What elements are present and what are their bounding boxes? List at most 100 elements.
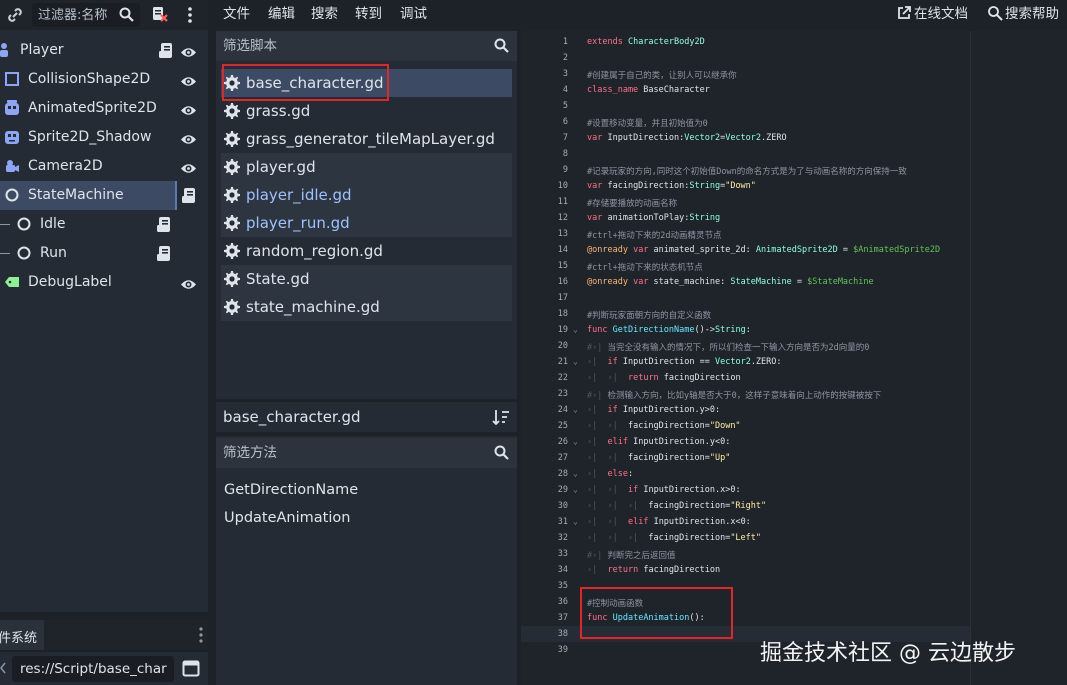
code-line[interactable]: 7 var InputDirection:Vector2=Vector2.ZERO	[521, 130, 971, 146]
method-item[interactable]: UpdateAnimation	[224, 510, 350, 526]
code-line[interactable]: 28 ⌄ ›| else:	[521, 466, 971, 482]
link-icon[interactable]	[6, 6, 24, 24]
search-icon[interactable]	[494, 38, 509, 53]
search-help-button[interactable]: 搜索帮助	[987, 2, 1059, 22]
online-docs-button[interactable]: 在线文档	[896, 2, 968, 22]
code-line[interactable]: 22 ›| ›| return facingDirection	[521, 370, 971, 386]
script-icon[interactable]	[181, 187, 197, 204]
scene-node-row[interactable]: Camera2D	[0, 152, 208, 181]
fold-arrow-icon[interactable]: ⌄	[573, 325, 578, 334]
sort-icon[interactable]	[492, 409, 510, 425]
code-line[interactable]: 3 #创建属于自己的类，让别人可以继承你	[521, 66, 971, 82]
code-line[interactable]: 11 #存储要播放的动画名称	[521, 194, 971, 210]
code-line[interactable]: 18 #判断玩家面朝方向的自定义函数	[521, 306, 971, 322]
method-filter-input[interactable]	[223, 441, 473, 465]
code-line[interactable]: 8	[521, 146, 971, 162]
fold-arrow-icon[interactable]: ⌄	[573, 405, 578, 414]
more-options-icon[interactable]	[197, 626, 205, 644]
scene-node-row[interactable]: Idle	[0, 210, 208, 239]
scene-node-row[interactable]: AnimatedSprite2D	[0, 94, 208, 123]
tab-filesystem[interactable]: 件系统	[0, 620, 44, 650]
filesystem-path-field[interactable]: res://Script/base_char	[12, 656, 174, 682]
script-list-item[interactable]: base_character.gd	[221, 69, 512, 97]
fold-arrow-icon[interactable]: ⌄	[573, 437, 578, 446]
script-list-item[interactable]: random_region.gd	[221, 237, 512, 265]
visibility-eye-icon[interactable]	[180, 131, 197, 144]
menu-goto[interactable]: 转到	[355, 2, 382, 22]
method-item[interactable]: GetDirectionName	[224, 482, 358, 498]
code-line[interactable]: 31 ⌄ ›| ›| elif InputDirection.x<0:	[521, 514, 971, 530]
code-text: #创建属于自己的类，让别人可以继承你	[587, 71, 737, 81]
search-icon[interactable]	[494, 445, 509, 460]
more-options-icon[interactable]	[186, 6, 194, 24]
scene-node-row[interactable]: DebugLabel	[0, 268, 208, 297]
fold-arrow-icon[interactable]: ⌄	[573, 357, 578, 366]
fold-arrow-icon[interactable]: ⌄	[573, 485, 578, 494]
code-line[interactable]: 24 ⌄ ›| if InputDirection.y>0:	[521, 402, 971, 418]
script-list-item[interactable]: player_run.gd	[221, 209, 512, 237]
script-list-item[interactable]: grass.gd	[221, 97, 512, 125]
code-line[interactable]: 9 #记录玩家的方向,同时这个初始值Down的命名方式是为了与动画名称的方向保持一…	[521, 162, 971, 178]
visibility-eye-icon[interactable]	[180, 276, 197, 289]
script-icon[interactable]	[158, 42, 174, 59]
menu-edit[interactable]: 编辑	[268, 2, 295, 22]
menu-search[interactable]: 搜索	[311, 2, 338, 22]
scene-node-row[interactable]: Player	[0, 36, 208, 65]
script-icon[interactable]	[156, 216, 172, 233]
code-text: var facingDirection:String="Down"	[587, 181, 756, 191]
visibility-eye-icon[interactable]	[180, 73, 197, 86]
scene-node-row[interactable]: StateMachine	[0, 181, 195, 210]
script-list-item[interactable]: player_idle.gd	[221, 181, 512, 209]
script-list-item[interactable]: player.gd	[221, 153, 512, 181]
visibility-eye-icon[interactable]	[180, 102, 197, 115]
code-line[interactable]: 21 ⌄ ›| if InputDirection == Vector2.ZERO:	[521, 354, 971, 370]
menu-debug[interactable]: 调试	[400, 2, 427, 22]
split-view-icon[interactable]	[182, 660, 200, 677]
code-line[interactable]: 32 ›| ›| ›| facingDirection="Left"	[521, 530, 971, 546]
scene-filter-input[interactable]	[38, 4, 120, 26]
code-line[interactable]: 37 func UpdateAnimation():	[521, 610, 971, 626]
code-line[interactable]: 29 ⌄ ›| ›| if InputDirection.x>0:	[521, 482, 971, 498]
code-line[interactable]: 17	[521, 290, 971, 306]
script-list-item[interactable]: state_machine.gd	[221, 293, 512, 321]
code-line[interactable]: 14 @onready var animated_sprite_2d: Anima…	[521, 242, 971, 258]
scene-node-row[interactable]: CollisionShape2D	[0, 65, 208, 94]
code-line[interactable]: 36 #控制动画函数	[521, 594, 971, 610]
code-line[interactable]: 2	[521, 50, 971, 66]
script-name: base_character.gd	[246, 74, 384, 92]
chevron-left-icon[interactable]	[0, 662, 6, 674]
script-icon[interactable]	[156, 245, 172, 262]
script-list-item[interactable]: State.gd	[221, 265, 512, 293]
code-line[interactable]: 4 class_name BaseCharacter	[521, 82, 971, 98]
code-line[interactable]: 19 ⌄ func GetDirectionName()->String:	[521, 322, 971, 338]
code-editor[interactable]: 1 extends CharacterBody2D 2 3 #创建属于自己的类，让别人可…	[521, 31, 1067, 685]
code-line[interactable]: 27 ›| ›| facingDirection="Up"	[521, 450, 971, 466]
code-line[interactable]: 6 #设置移动变量，并且初始值为0	[521, 114, 971, 130]
fold-arrow-icon[interactable]: ⌄	[573, 469, 578, 478]
scene-node-row[interactable]: Sprite2D_Shadow	[0, 123, 208, 152]
scene-node-row[interactable]: Run	[0, 239, 208, 268]
code-line[interactable]: 23 #›| 检测输入方向，比如y轴是否大于0，这样子意味着向上动作的按键被按下	[521, 386, 971, 402]
code-line[interactable]: 34 ›| return facingDirection	[521, 562, 971, 578]
code-line[interactable]: 10 var facingDirection:String="Down"	[521, 178, 971, 194]
fold-arrow-icon[interactable]: ⌄	[573, 517, 578, 526]
visibility-eye-icon[interactable]	[180, 44, 197, 57]
code-line[interactable]: 1 extends CharacterBody2D	[521, 34, 971, 50]
code-line[interactable]: 15 #ctrl+拖动下来的状态机节点	[521, 258, 971, 274]
code-line[interactable]: 25 ›| ›| facingDirection="Down"	[521, 418, 971, 434]
code-line[interactable]: 5	[521, 98, 971, 114]
code-line[interactable]: 26 ⌄ ›| elif InputDirection.y<0:	[521, 434, 971, 450]
code-line[interactable]: 35	[521, 578, 971, 594]
script-filter-input[interactable]	[223, 34, 473, 58]
code-line[interactable]: 13 #ctrl+拖动下来的2d动画精灵节点	[521, 226, 971, 242]
code-line[interactable]: 20 #›| 当完全没有输入的情况下，所以们检查一下输入方向是否为2d向量的0	[521, 338, 971, 354]
visibility-eye-icon[interactable]	[180, 160, 197, 173]
code-line[interactable]: 16 @onready var state_machine: StateMachi…	[521, 274, 971, 290]
attach-script-icon[interactable]	[150, 5, 168, 23]
code-line[interactable]: 33 #›| 判断完之后返回值	[521, 546, 971, 562]
script-list-item[interactable]: grass_generator_tileMapLayer.gd	[221, 125, 512, 153]
code-line[interactable]: 12 var animationToPlay:String	[521, 210, 971, 226]
menu-file[interactable]: 文件	[223, 2, 250, 22]
code-line[interactable]: 30 ›| ›| ›| facingDirection="Right"	[521, 498, 971, 514]
search-icon[interactable]	[119, 7, 134, 22]
